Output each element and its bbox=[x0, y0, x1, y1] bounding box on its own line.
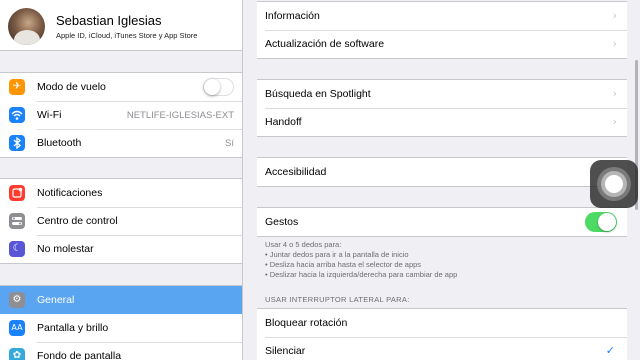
detail-group-info: Información › Actualización de software … bbox=[257, 1, 627, 59]
chevron-right-icon: › bbox=[612, 9, 617, 22]
settings-sidebar: Sebastian Iglesias Apple ID, iCloud, iTu… bbox=[0, 0, 243, 360]
sidebar-item-display-brightness[interactable]: AA Pantalla y brillo bbox=[0, 314, 242, 342]
detail-item-label: Bloquear rotación bbox=[265, 317, 348, 329]
sidebar-item-wallpaper[interactable]: ✿ Fondo de pantalla bbox=[0, 342, 242, 360]
detail-item-software-update[interactable]: Actualización de software › bbox=[257, 30, 627, 58]
detail-item-label: Accesibilidad bbox=[265, 166, 327, 178]
option-mute[interactable]: Silenciar ✓ bbox=[257, 337, 627, 360]
sidebar-item-label: No molestar bbox=[37, 243, 94, 255]
gestures-footer-line: Usar 4 o 5 dedos para: bbox=[265, 240, 342, 249]
assistive-touch-center bbox=[605, 175, 623, 193]
airplane-icon: ✈ bbox=[9, 79, 25, 95]
sidebar-item-label: Fondo de pantalla bbox=[37, 350, 122, 360]
detail-item-handoff[interactable]: Handoff › bbox=[257, 108, 627, 136]
apple-id-profile[interactable]: Sebastian Iglesias Apple ID, iCloud, iTu… bbox=[0, 0, 242, 51]
avatar bbox=[8, 8, 45, 45]
sidebar-item-wifi[interactable]: Wi-Fi NETLIFE-IGLESIAS-EXT bbox=[0, 101, 242, 129]
sidebar-group-general: ⚙ General AA Pantalla y brillo ✿ Fondo d… bbox=[0, 285, 242, 360]
detail-item-label: Gestos bbox=[265, 216, 299, 228]
assistive-touch-button[interactable] bbox=[590, 160, 638, 208]
bluetooth-status-value: Sí bbox=[225, 138, 234, 149]
sidebar-item-airplane-mode[interactable]: ✈ Modo de vuelo bbox=[0, 73, 242, 101]
detail-item-label: Actualización de software bbox=[265, 38, 385, 50]
detail-item-label: Silenciar bbox=[265, 345, 306, 357]
detail-item-accessibility[interactable]: Accesibilidad › bbox=[257, 158, 627, 186]
sidebar-item-label: Notificaciones bbox=[37, 187, 103, 199]
detail-group-gestures: Gestos bbox=[257, 207, 627, 237]
gestures-footer-line: • Desliza hacia arriba hasta el selector… bbox=[265, 260, 422, 269]
sidebar-group-connectivity: ✈ Modo de vuelo Wi-Fi NETLIFE-IGLESIAS-E… bbox=[0, 72, 242, 158]
chevron-right-icon: › bbox=[612, 37, 617, 50]
sidebar-item-do-not-disturb[interactable]: ☾ No molestar bbox=[0, 235, 242, 263]
wallpaper-icon: ✿ bbox=[9, 348, 25, 360]
detail-group-side-switch: Bloquear rotación Silenciar ✓ bbox=[257, 308, 627, 360]
option-lock-rotation[interactable]: Bloquear rotación bbox=[257, 309, 627, 337]
detail-item-gestures[interactable]: Gestos bbox=[257, 208, 627, 236]
moon-icon: ☾ bbox=[9, 241, 25, 257]
bluetooth-icon bbox=[9, 135, 25, 151]
sidebar-item-control-center[interactable]: Centro de control bbox=[0, 207, 242, 235]
chevron-right-icon: › bbox=[612, 87, 617, 100]
detail-group-accessibility: Accesibilidad › bbox=[257, 157, 627, 187]
chevron-right-icon: › bbox=[612, 115, 617, 128]
sidebar-item-label: Modo de vuelo bbox=[37, 81, 106, 93]
detail-group-spotlight: Búsqueda en Spotlight › Handoff › bbox=[257, 79, 627, 137]
airplane-mode-toggle[interactable] bbox=[203, 78, 234, 96]
sidebar-item-general[interactable]: ⚙ General bbox=[0, 286, 242, 314]
display-brightness-icon: AA bbox=[9, 320, 25, 336]
sidebar-item-notifications[interactable]: Notificaciones bbox=[0, 179, 242, 207]
sidebar-item-label: Wi-Fi bbox=[37, 109, 62, 121]
checkmark-icon: ✓ bbox=[605, 344, 615, 357]
detail-item-label: Información bbox=[265, 10, 320, 22]
gear-icon: ⚙ bbox=[9, 292, 25, 308]
sidebar-item-label: Pantalla y brillo bbox=[37, 322, 109, 334]
gestures-footer-line: • Deslizar hacia la izquierda/derecha pa… bbox=[265, 270, 458, 279]
side-switch-section-header: USAR INTERRUPTOR LATERAL PARA: bbox=[265, 295, 410, 304]
sidebar-item-bluetooth[interactable]: Bluetooth Sí bbox=[0, 129, 242, 157]
profile-subtitle: Apple ID, iCloud, iTunes Store y App Sto… bbox=[56, 31, 198, 40]
detail-item-label: Búsqueda en Spotlight bbox=[265, 88, 371, 100]
detail-item-information[interactable]: Información › bbox=[257, 2, 627, 30]
sidebar-item-label: Centro de control bbox=[37, 215, 118, 227]
detail-item-label: Handoff bbox=[265, 116, 302, 128]
gestures-toggle[interactable] bbox=[585, 212, 617, 232]
gestures-footer-line: • Juntar dedos para ir a la pantalla de … bbox=[265, 250, 409, 259]
sidebar-group-notifications: Notificaciones Centro de control ☾ No mo… bbox=[0, 178, 242, 264]
wifi-icon bbox=[9, 107, 25, 123]
control-center-icon bbox=[9, 213, 25, 229]
sidebar-item-label: General bbox=[37, 294, 75, 306]
profile-name: Sebastian Iglesias bbox=[56, 13, 162, 28]
general-settings-pane: Información › Actualización de software … bbox=[244, 0, 640, 360]
wifi-network-value: NETLIFE-IGLESIAS-EXT bbox=[126, 110, 234, 121]
notifications-icon bbox=[9, 185, 25, 201]
detail-item-spotlight-search[interactable]: Búsqueda en Spotlight › bbox=[257, 80, 627, 108]
sidebar-item-label: Bluetooth bbox=[37, 137, 82, 149]
